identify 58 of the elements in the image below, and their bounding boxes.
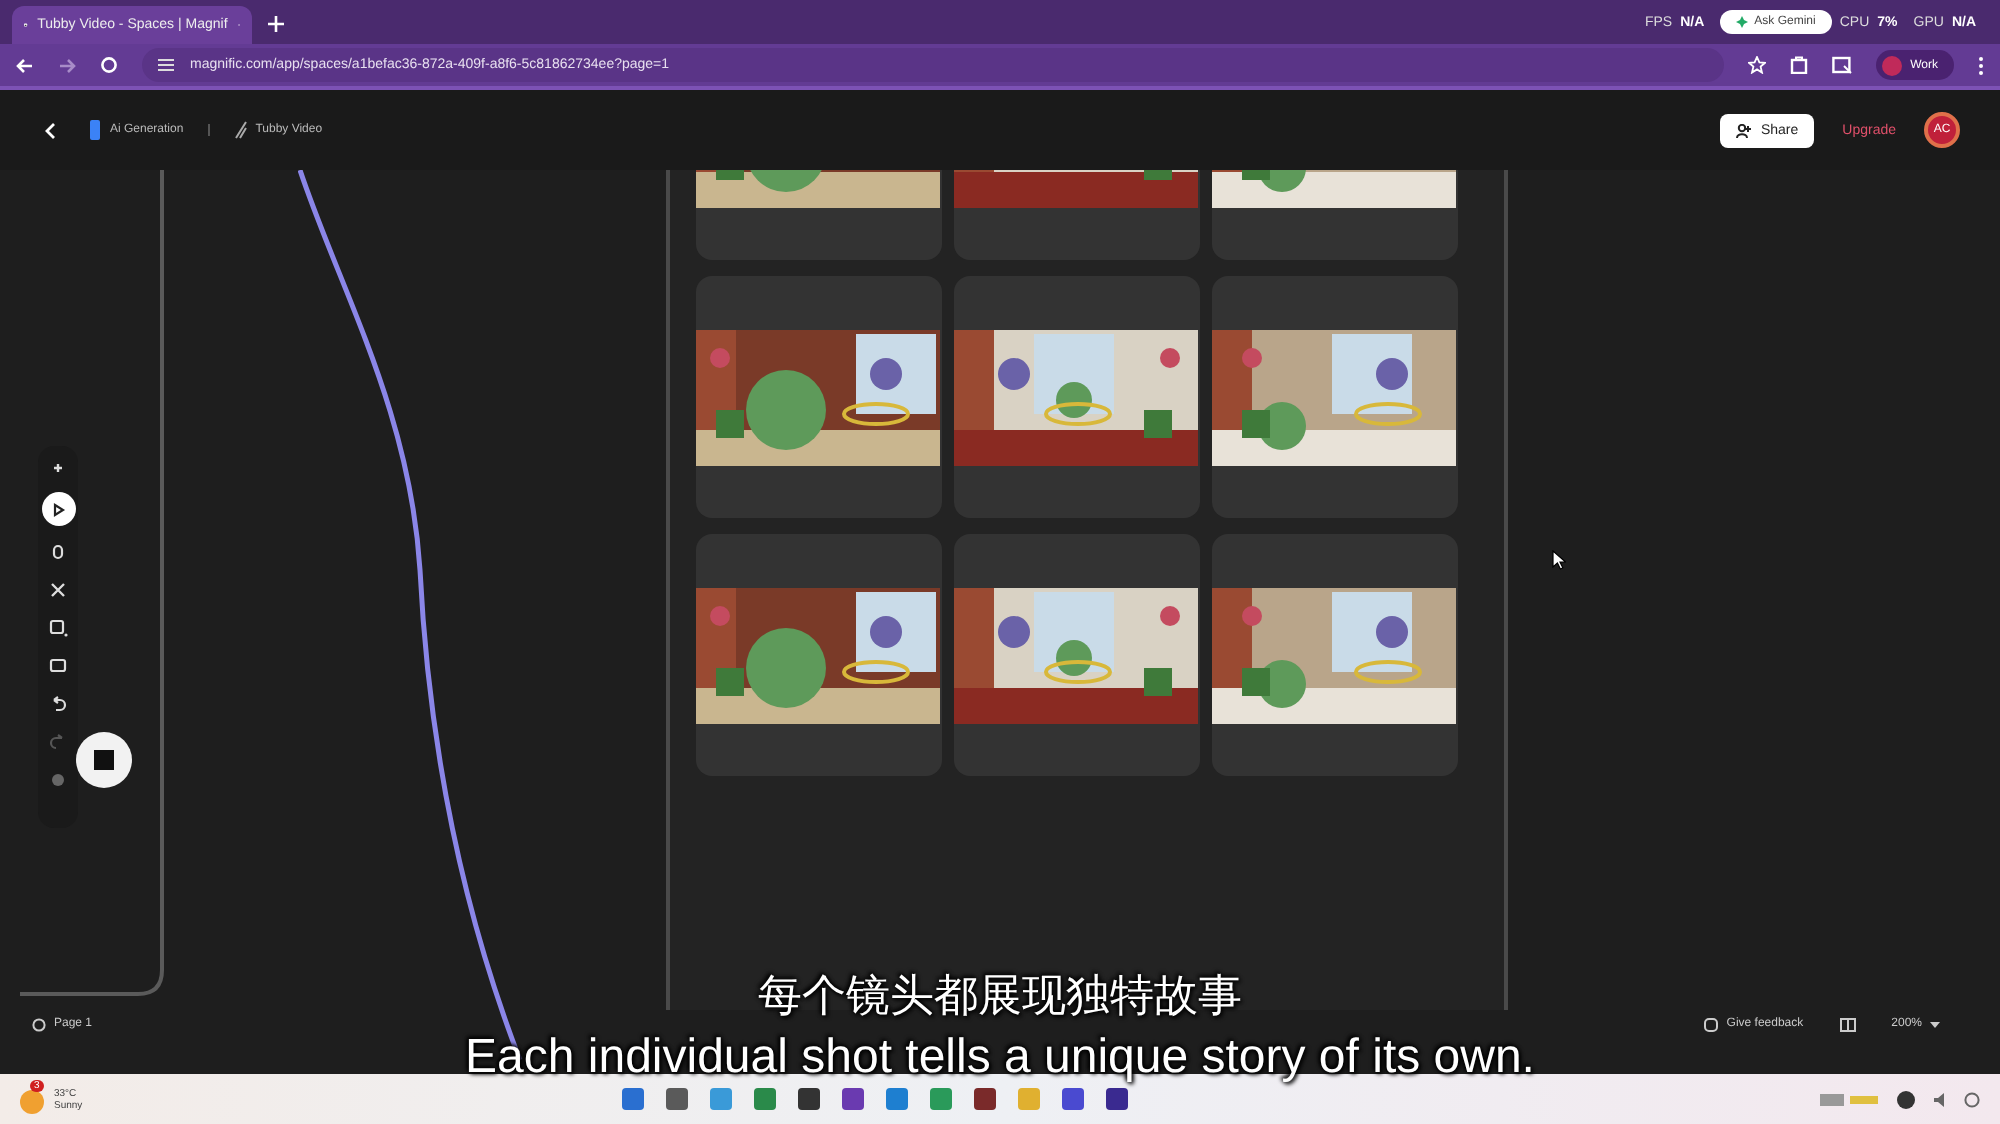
app-icon xyxy=(930,1088,953,1110)
app-icon xyxy=(1018,1088,1041,1110)
new-tab-icon xyxy=(268,16,284,32)
separator-icon xyxy=(207,124,210,136)
shot-card[interactable] xyxy=(1212,534,1458,776)
clock-icon xyxy=(1964,1091,1980,1107)
cursor-icon xyxy=(1552,550,1566,570)
record-button[interactable] xyxy=(76,732,132,788)
extension-icon xyxy=(1790,56,1809,74)
note-icon xyxy=(48,617,68,637)
app-icon xyxy=(974,1088,997,1110)
forward-icon xyxy=(58,57,76,73)
shot-card[interactable] xyxy=(696,534,942,776)
caret-icon xyxy=(1930,1021,1940,1027)
avatar-icon xyxy=(1882,55,1903,75)
app-icon xyxy=(886,1088,909,1110)
shot-card[interactable] xyxy=(696,276,942,518)
shot-card[interactable] xyxy=(954,276,1200,518)
chevron-icon xyxy=(44,121,56,139)
speaker-icon xyxy=(1932,1091,1948,1107)
app-icon xyxy=(842,1088,865,1110)
page-icon xyxy=(32,1017,46,1031)
back-icon xyxy=(16,57,34,73)
video-icon xyxy=(233,120,248,140)
shot-card[interactable] xyxy=(1212,170,1458,260)
shot-card[interactable] xyxy=(1212,276,1458,518)
cast-icon xyxy=(1832,56,1853,74)
network-icon xyxy=(1896,1089,1916,1109)
app-icon xyxy=(754,1088,777,1110)
redo-icon xyxy=(48,731,68,751)
screen-icon xyxy=(48,655,68,675)
star-icon xyxy=(1748,56,1767,74)
app-icon xyxy=(622,1088,645,1110)
more-icon xyxy=(1978,55,1984,75)
people-icon xyxy=(1736,123,1753,137)
play-icon xyxy=(48,499,68,519)
cross-icon xyxy=(48,579,68,599)
tool-button[interactable] xyxy=(41,492,75,526)
dot-icon xyxy=(48,769,68,789)
sun-icon xyxy=(20,1089,44,1113)
app-icon xyxy=(1106,1088,1129,1110)
chat-icon xyxy=(1704,1017,1719,1031)
reload-icon xyxy=(100,56,118,74)
shot-card[interactable] xyxy=(696,170,942,260)
folder-icon xyxy=(88,120,102,140)
subtitle-text: Each individual shot tells a unique story of its own. xyxy=(465,1028,1535,1088)
stop-icon xyxy=(94,750,114,770)
tray-icon xyxy=(1820,1089,1880,1109)
undo-icon xyxy=(48,693,68,713)
book-icon xyxy=(1839,1017,1856,1031)
sparkle-icon xyxy=(1736,16,1749,28)
shot-card[interactable] xyxy=(954,534,1200,776)
app-icon xyxy=(666,1088,689,1110)
site-settings-icon xyxy=(158,58,174,72)
app-icon xyxy=(1062,1088,1085,1110)
subtitle-text: 每个镜头都展现独特故事 xyxy=(758,970,1242,1026)
app-icon xyxy=(710,1088,733,1110)
app-icon xyxy=(798,1088,821,1110)
